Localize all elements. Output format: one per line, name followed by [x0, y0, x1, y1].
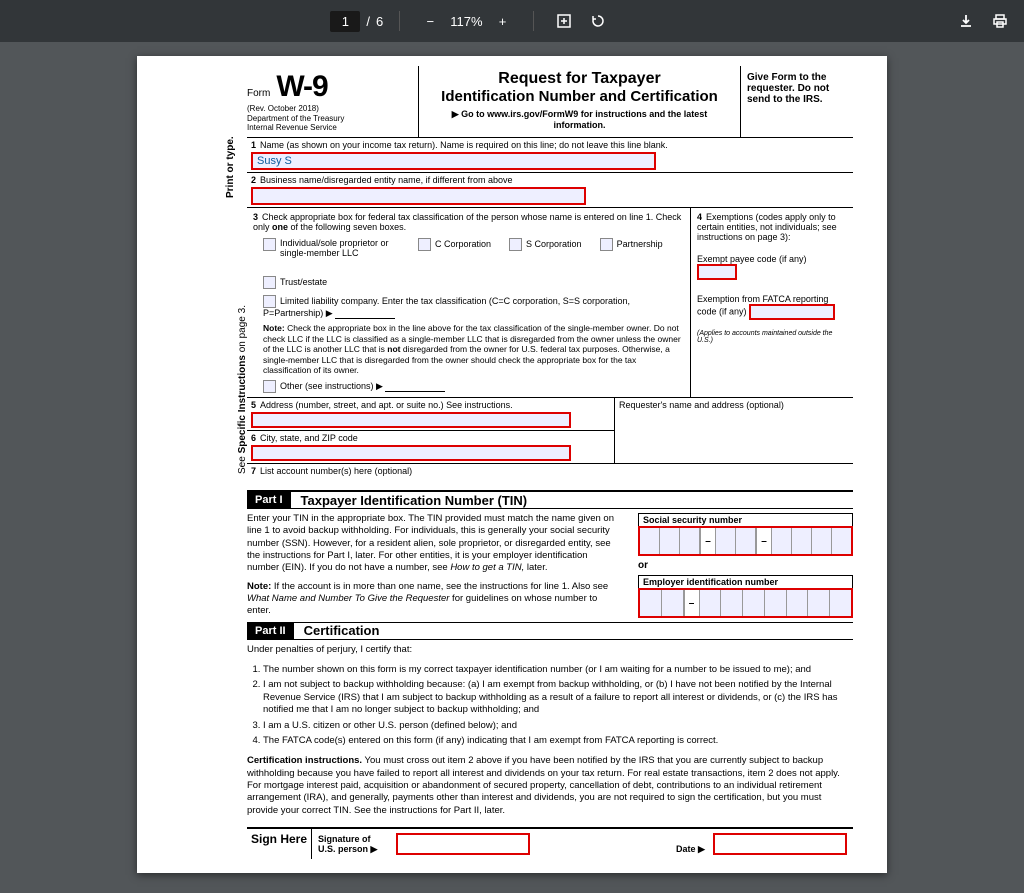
line4-label: Exemptions (codes apply only to certain … — [697, 212, 837, 242]
signature-input[interactable] — [396, 833, 530, 855]
cb-trust[interactable] — [263, 276, 276, 289]
line2-label: Business name/disregarded entity name, i… — [260, 175, 512, 185]
lbl-scorp: S Corporation — [526, 239, 582, 249]
cert-3: I am a U.S. citizen or other U.S. person… — [263, 720, 853, 732]
lbl-ccorp: C Corporation — [435, 239, 491, 249]
cert-4: The FATCA code(s) entered on this form (… — [263, 735, 853, 747]
part1-title: Taxpayer Identification Number (TIN) — [301, 493, 528, 508]
tin-p1: Enter your TIN in the appropriate box. T… — [247, 513, 614, 573]
rotate-button[interactable] — [584, 7, 612, 35]
ssn-input[interactable]: – – — [638, 526, 853, 556]
line2-num: 2 — [251, 175, 256, 185]
line1-num: 1 — [251, 140, 256, 150]
print-button[interactable] — [986, 7, 1014, 35]
lbl-trust: Trust/estate — [280, 277, 327, 287]
cb-scorp[interactable] — [509, 238, 522, 251]
date-label: Date ▶ — [676, 844, 705, 855]
line1-label: Name (as shown on your income tax return… — [260, 140, 668, 150]
cert-1: The number shown on this form is my corr… — [263, 664, 853, 676]
fatca-note: (Applies to accounts maintained outside … — [697, 330, 847, 344]
lbl-partnership: Partnership — [617, 239, 663, 249]
llc-class-input[interactable] — [335, 308, 395, 319]
business-input[interactable] — [251, 187, 586, 205]
sign-here-label: Sign Here — [247, 829, 312, 859]
requester-label: Requester's name and address (optional) — [615, 398, 853, 463]
line5-label: Address (number, street, and apt. or sui… — [260, 400, 513, 410]
lbl-individual: Individual/sole proprietor or single-mem… — [280, 238, 400, 258]
part2-title: Certification — [304, 623, 380, 638]
line3-num: 3 — [253, 212, 258, 222]
goto-link: ▶ Go to www.irs.gov/FormW9 for instructi… — [425, 109, 734, 130]
cert-2: I am not subject to backup withholding b… — [263, 679, 853, 716]
dept: Department of the Treasury — [247, 114, 412, 124]
cb-partnership[interactable] — [600, 238, 613, 251]
date-input[interactable] — [713, 833, 847, 855]
ssn-label: Social security number — [638, 513, 853, 526]
line4-num: 4 — [697, 212, 702, 222]
or-label: or — [638, 560, 853, 571]
signature-label: Signature of U.S. person ▶ — [318, 835, 388, 855]
page-total: 6 — [376, 14, 383, 29]
cert-lead: Under penalties of perjury, I certify th… — [247, 640, 853, 660]
pdf-toolbar: 1 / 6 − 117% + — [0, 0, 1024, 42]
other-input[interactable] — [385, 381, 445, 392]
rev-date: (Rev. October 2018) — [247, 104, 412, 114]
line3-label: Check appropriate box for federal tax cl… — [253, 212, 681, 232]
line6-label: City, state, and ZIP code — [260, 433, 358, 443]
exempt-payee-label: Exempt payee code (if any) — [697, 254, 807, 264]
page-sep: / — [366, 14, 370, 29]
ein-label: Employer identification number — [638, 575, 853, 588]
document-page: Print or type. See Specific Instructions… — [137, 56, 887, 873]
download-button[interactable] — [952, 7, 980, 35]
title-line1: Request for Taxpayer — [425, 70, 734, 88]
cb-ccorp[interactable] — [418, 238, 431, 251]
city-input[interactable] — [251, 445, 571, 461]
lbl-llc: Limited liability company. Enter the tax… — [263, 296, 630, 318]
tin-p2: Note: If the account is in more than one… — [247, 581, 622, 618]
part1-label: Part I — [247, 492, 291, 508]
exempt-payee-input[interactable] — [697, 264, 737, 280]
line7-num: 7 — [251, 466, 256, 476]
zoom-level: 117% — [450, 14, 482, 29]
zoom-out-button[interactable]: − — [416, 7, 444, 35]
line5-num: 5 — [251, 400, 256, 410]
give-form: Give Form to the requester. Do not send … — [740, 66, 853, 137]
form-word: Form — [247, 88, 270, 99]
name-input[interactable]: Susy S — [251, 152, 656, 170]
address-input[interactable] — [251, 412, 571, 428]
line6-num: 6 — [251, 433, 256, 443]
part2-label: Part II — [247, 623, 294, 639]
cb-other[interactable] — [263, 380, 276, 393]
fatca-input[interactable] — [749, 304, 835, 320]
page-current[interactable]: 1 — [330, 11, 360, 32]
cert-instructions: Certification instructions. You must cro… — [247, 751, 853, 821]
ein-input[interactable]: – — [638, 588, 853, 618]
irs: Internal Revenue Service — [247, 123, 412, 133]
cb-llc[interactable] — [263, 295, 276, 308]
title-line2: Identification Number and Certification — [425, 88, 734, 105]
form-number: W-9 — [276, 70, 327, 104]
lbl-other: Other (see instructions) ▶ — [280, 381, 383, 391]
fit-page-button[interactable] — [550, 7, 578, 35]
zoom-in-button[interactable]: + — [489, 7, 517, 35]
line7-label: List account number(s) here (optional) — [260, 466, 412, 476]
cb-individual[interactable] — [263, 238, 276, 251]
